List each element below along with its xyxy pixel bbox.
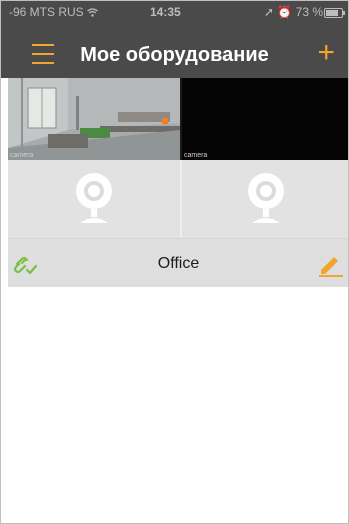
- office-snapshot: [8, 78, 180, 160]
- camera-tile-1[interactable]: [8, 160, 180, 238]
- alarm-icon: ⏰: [277, 5, 293, 19]
- camera-tile-2[interactable]: [182, 160, 349, 238]
- battery-icon: [324, 8, 345, 18]
- webcam-icon: [247, 173, 284, 223]
- wifi-icon: [87, 5, 98, 19]
- preview-right-tag: camera: [184, 152, 208, 159]
- add-device-button[interactable]: +: [317, 38, 335, 68]
- navigation-bar: Мое оборудование +: [0, 24, 349, 78]
- pencil-icon[interactable]: [317, 249, 345, 277]
- camera-previews: camera camera: [8, 78, 349, 160]
- camera-preview-2[interactable]: camera: [182, 78, 349, 160]
- camera-tiles: [8, 160, 349, 238]
- page-title: Мое оборудование: [80, 44, 269, 66]
- group-bar[interactable]: Office: [8, 238, 349, 287]
- battery-percent: 73 %: [295, 5, 323, 19]
- carrier-label: -96 MTS RUS: [9, 5, 84, 19]
- app-header: -96 MTS RUS 14:35 ➚ ⏰ 73 % Мое оборудова…: [0, 0, 349, 78]
- status-bar: -96 MTS RUS 14:35 ➚ ⏰ 73 %: [0, 0, 349, 24]
- camera-preview-office[interactable]: camera: [8, 78, 180, 160]
- status-time: 14:35: [150, 5, 181, 19]
- preview-left-tag: camera: [10, 152, 34, 159]
- location-arrow-icon: ➚: [263, 5, 274, 19]
- group-name: Office: [157, 255, 200, 272]
- webcam-icon: [76, 173, 112, 223]
